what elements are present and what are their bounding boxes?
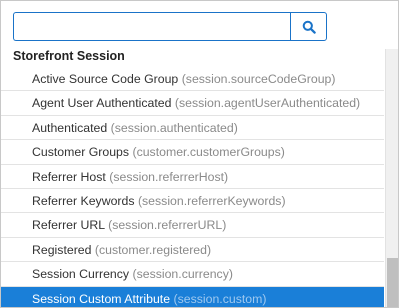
- list-item[interactable]: Customer Groups (customer.customerGroups…: [1, 140, 384, 165]
- item-path: (session.currency): [132, 267, 233, 282]
- item-path: (session.sourceCodeGroup): [181, 72, 336, 86]
- item-name: Authenticated: [32, 120, 108, 135]
- item-name: Agent User Authenticated: [32, 96, 172, 111]
- list-scrollbar[interactable]: [385, 49, 398, 307]
- item-path: (session.referrerURL): [108, 218, 227, 233]
- list-item[interactable]: Agent User Authenticated (session.agentU…: [1, 91, 384, 116]
- item-path: (session.custom): [173, 291, 267, 306]
- list-item[interactable]: Active Source Code Group (session.source…: [1, 67, 384, 92]
- item-name: Referrer Host: [32, 169, 106, 184]
- attribute-picker: Storefront Session Active Source Code Gr…: [0, 0, 399, 308]
- search-icon: [302, 20, 316, 34]
- item-name: Referrer URL: [32, 218, 105, 233]
- attribute-items: Active Source Code Group (session.source…: [1, 67, 384, 307]
- item-path: (session.referrerKeywords): [137, 193, 286, 208]
- list-item[interactable]: Session Currency (session.currency): [1, 262, 384, 287]
- list-item[interactable]: Referrer Host (session.referrerHost): [1, 165, 384, 189]
- list-item-selected[interactable]: Session Custom Attribute (session.custom…: [1, 286, 384, 307]
- item-name: Active Source Code Group: [32, 72, 179, 86]
- search-button[interactable]: [290, 12, 327, 41]
- item-path: (customer.customerGroups): [132, 145, 285, 160]
- item-name: Customer Groups: [32, 145, 130, 160]
- search-bar: [13, 12, 327, 41]
- item-path: (session.agentUserAuthenticated): [174, 96, 361, 111]
- scrollbar-thumb[interactable]: [387, 258, 398, 307]
- list-item[interactable]: Authenticated (session.authenticated): [1, 116, 384, 141]
- attribute-list: Storefront Session Active Source Code Gr…: [1, 49, 384, 307]
- item-path: (session.authenticated): [110, 120, 238, 135]
- list-item[interactable]: Registered (customer.registered): [1, 238, 384, 263]
- list-item[interactable]: Referrer URL (session.referrerURL): [1, 213, 384, 238]
- list-item[interactable]: Referrer Keywords (session.referrerKeywo…: [1, 189, 384, 214]
- item-path: (customer.registered): [94, 242, 212, 257]
- item-name: Session Custom Attribute: [32, 291, 171, 306]
- group-header: Storefront Session: [13, 49, 125, 63]
- item-path: (session.referrerHost): [109, 169, 229, 184]
- item-name: Registered: [32, 242, 92, 257]
- item-name: Session Currency: [32, 267, 130, 282]
- search-input[interactable]: [13, 12, 290, 41]
- item-name: Referrer Keywords: [32, 193, 135, 208]
